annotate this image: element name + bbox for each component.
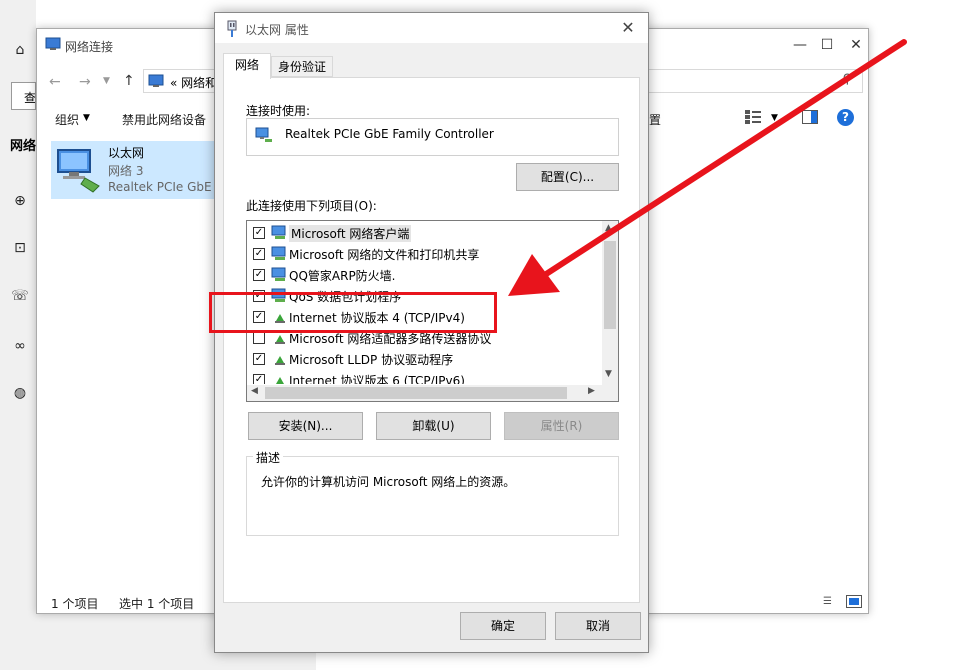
list-item-label: Microsoft LLDP 协议驱动程序 [289,353,454,367]
ok-button[interactable]: 确定 [460,612,546,640]
horizontal-scrollbar[interactable]: ◀ ▶ [247,385,618,401]
close-icon[interactable]: ✕ [616,16,640,40]
description-group: 描述 允许你的计算机访问 Microsoft 网络上的资源。 [246,449,619,536]
adapter-name: 以太网 [108,146,145,160]
ethernet-plug-icon [227,20,237,37]
checkbox[interactable]: ✓ [253,353,265,365]
properties-button[interactable]: 属性(R) [504,412,619,440]
address-path: « 网络和 [170,76,218,90]
scroll-up-icon[interactable]: ▲ [605,223,612,233]
ethernet-icon[interactable]: ⊡ [10,238,30,258]
web-icon[interactable]: ◍ [10,383,30,403]
minimize-button[interactable]: — [785,34,815,56]
globe-network-icon[interactable]: ⊕ [10,191,30,211]
ethernet-adapter-item[interactable]: 以太网 网络 3 Realtek PCIe GbE [51,141,219,199]
uninstall-button[interactable]: 卸载(U) [376,412,491,440]
items-label: 此连接使用下列项目(O): [246,199,377,213]
ethernet-adapter-icon [57,149,100,193]
home-icon[interactable]: ⌂ [10,40,30,60]
firewall-icon [271,267,286,281]
description-text: 允许你的计算机访问 Microsoft 网络上的资源。 [261,475,516,489]
network-tab-panel: 连接时使用: Realtek PCIe GbE Family Controlle… [223,77,640,603]
cancel-button[interactable]: 取消 [555,612,641,640]
annotation-highlight-box [209,292,497,333]
help-icon[interactable]: ? [837,109,854,126]
forward-arrow-icon[interactable]: → [79,74,91,90]
item-count: 1 个项目 [51,597,99,611]
preview-pane-icon[interactable] [802,110,818,124]
list-item-label: QQ管家ARP防火墙. [289,269,396,283]
vertical-scrollbar[interactable]: ▲ ▼ [602,221,618,385]
recent-locations-icon[interactable]: ▼ [103,76,110,86]
up-arrow-icon[interactable]: ↑ [123,73,135,89]
file-share-icon [271,246,286,260]
network-adapter-icon [255,127,272,142]
chevron-down-icon[interactable]: ▼ [771,113,778,123]
configure-button[interactable]: 配置(C)... [516,163,619,191]
back-arrow-icon[interactable]: ← [49,74,61,90]
vpn-icon[interactable]: ∞ [10,336,30,356]
settings-search-box[interactable]: 查 [11,82,36,110]
disable-device-button[interactable]: 禁用此网络设备 [122,111,206,128]
protocol-icon [276,377,284,384]
toolbar-command-partial[interactable]: 置 [649,111,661,128]
maximize-button[interactable]: ☐ [812,34,842,56]
list-item[interactable]: ✓ Microsoft 网络客户端 [253,223,598,244]
list-item-label: Microsoft 网络客户端 [289,225,412,242]
protocol-icon [275,356,285,365]
scroll-down-icon[interactable]: ▼ [605,369,612,379]
selection-count: 选中 1 个项目 [119,597,195,611]
list-item-label: Microsoft 网络的文件和打印机共享 [289,248,480,262]
scroll-right-icon[interactable]: ▶ [588,386,595,396]
adapter-name-text: Realtek PCIe GbE Family Controller [285,127,494,141]
network-connections-icon [45,37,61,50]
list-item[interactable]: ✓ Microsoft 网络的文件和打印机共享 [253,244,598,265]
dialog-titlebar: 以太网 属性 ✕ [215,13,648,43]
settings-section-label: 网络 [10,139,37,154]
organize-menu[interactable]: 组织 [55,111,79,128]
checkbox[interactable]: ✓ [253,374,265,384]
adapter-network: 网络 3 [108,164,144,178]
close-button[interactable]: ✕ [841,34,871,56]
settings-search-text: 查 [24,91,36,105]
checkbox[interactable] [253,332,265,344]
scrollbar-thumb[interactable] [604,241,616,329]
list-item[interactable]: ✓ Internet 协议版本 6 (TCP/IPv6) [253,370,598,384]
list-item[interactable]: ✓ Microsoft LLDP 协议驱动程序 [253,349,598,370]
checkbox[interactable]: ✓ [253,269,265,281]
dialog-title: 以太网 属性 [245,23,309,37]
dialup-icon[interactable]: ☏ [10,286,30,306]
tiles-view-icon[interactable] [846,595,862,608]
adapter-display-box: Realtek PCIe GbE Family Controller [246,118,619,156]
install-button[interactable]: 安装(N)... [248,412,363,440]
checkbox[interactable]: ✓ [253,248,265,260]
adapter-device: Realtek PCIe GbE [108,180,212,194]
checkbox[interactable]: ✓ [253,227,265,239]
view-options-icon[interactable] [745,110,761,124]
scroll-left-icon[interactable]: ◀ [251,386,258,396]
details-view-icon[interactable]: ☰ [823,595,839,608]
chevron-down-icon: ▼ [83,113,90,123]
connect-using-label: 连接时使用: [246,104,311,118]
description-legend: 描述 [253,449,284,466]
tab-authentication[interactable]: 身份验证 [271,56,333,77]
search-icon[interactable]: ⚲ [842,72,852,87]
tab-network[interactable]: 网络 [223,53,271,79]
network-client-icon [271,225,286,239]
window-title: 网络连接 [65,40,114,54]
list-item[interactable]: ✓ QQ管家ARP防火墙. [253,265,598,286]
scrollbar-thumb[interactable] [265,387,567,399]
network-folder-icon [148,74,164,87]
list-item-label: Internet 协议版本 6 (TCP/IPv6) [289,374,465,384]
